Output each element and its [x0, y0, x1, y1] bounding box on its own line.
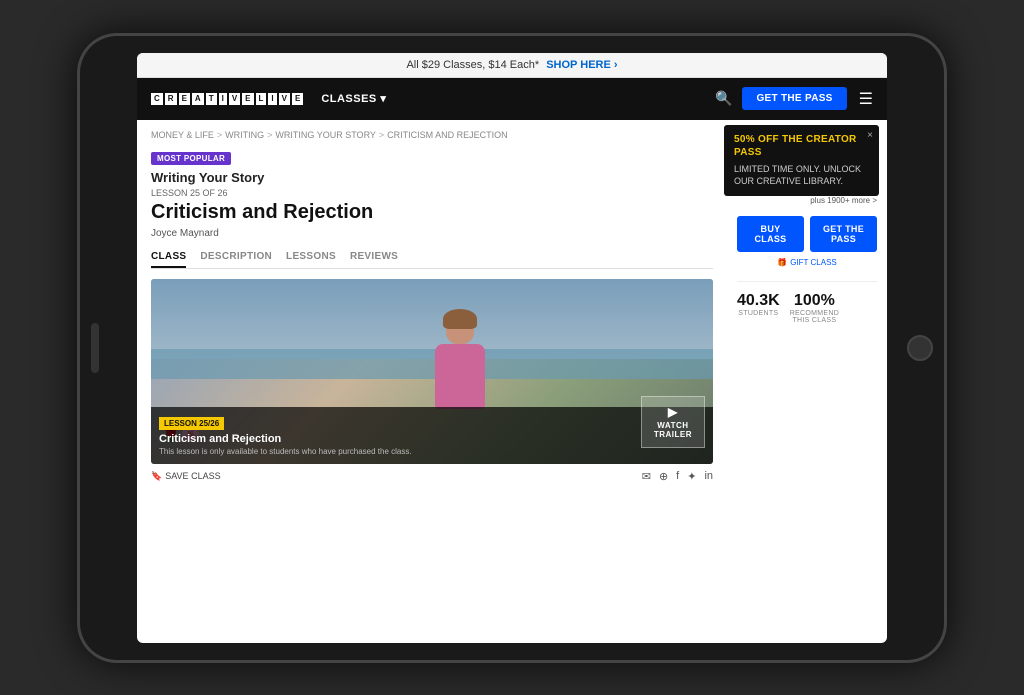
get-pass-nav-button[interactable]: GET THE PASS: [742, 87, 846, 110]
person-head: [446, 314, 474, 344]
person-hair: [443, 309, 477, 329]
left-column: MONEY & LIFE > WRITING > WRITING YOUR ST…: [137, 120, 727, 643]
announcement-bar: All $29 Classes, $14 Each* SHOP HERE ›: [137, 53, 887, 78]
main-content: MONEY & LIFE > WRITING > WRITING YOUR ST…: [137, 120, 887, 643]
linkedin-share-icon[interactable]: in: [704, 470, 713, 483]
logo-e3: E: [292, 93, 303, 105]
announcement-text: All $29 Classes, $14 Each*: [406, 59, 539, 71]
recommend-label: RECOMMENDTHIS CLASS: [790, 310, 839, 324]
save-class-label: SAVE CLASS: [165, 471, 220, 481]
gift-icon: 🎁: [777, 258, 787, 267]
promo-subtitle: LIMITED TIME ONLY. UNLOCK OUR CREATIVE L…: [734, 163, 869, 188]
logo-e2: E: [242, 93, 253, 105]
buy-class-button[interactable]: BUY CLASS: [737, 216, 804, 252]
tab-description[interactable]: DESCRIPTION: [200, 247, 272, 268]
right-column: $89 $149 Sale EndsSoon! starting at $13/…: [727, 120, 887, 643]
facebook-share-icon[interactable]: f: [676, 470, 679, 483]
promo-popup: × 50% OFF THE CREATOR PASS LIMITED TIME …: [724, 125, 879, 196]
lesson-badge-video: LESSON 25/26: [159, 417, 224, 430]
logo-e: E: [179, 93, 190, 105]
classes-nav[interactable]: CLASSES ▾: [321, 92, 386, 105]
save-class-button[interactable]: 🔖 SAVE CLASS: [151, 471, 221, 482]
logo-a: A: [192, 93, 204, 105]
logo-l: L: [256, 93, 267, 105]
logo-r: R: [165, 93, 177, 105]
play-icon: ▶: [668, 405, 678, 419]
navbar: C R E A T I V E L I V E CLASSES ▾ 🔍 GET …: [137, 78, 887, 120]
logo[interactable]: C R E A T I V E L I V E: [151, 93, 303, 105]
breadcrumb-item-3[interactable]: WRITING YOUR STORY: [275, 130, 376, 140]
shop-link[interactable]: SHOP HERE ›: [546, 59, 617, 71]
logo-i2: I: [268, 93, 276, 105]
video-actions: 🔖 SAVE CLASS ✉ ⊕ f ✦ in: [151, 464, 713, 489]
breadcrumb-sep-3: >: [379, 130, 384, 140]
class-heading: Criticism and Rejection: [151, 201, 713, 223]
email-share-icon[interactable]: ✉: [642, 470, 651, 483]
watch-trailer-button[interactable]: ▶ WATCHTRAILER: [641, 396, 705, 448]
breadcrumb-item-4: CRITICISM AND REJECTION: [387, 130, 508, 140]
class-series-title: Writing Your Story: [151, 170, 713, 185]
watch-trailer-label: WATCHTRAILER: [654, 421, 692, 439]
stats-section: 40.3K STUDENTS 100% RECOMMENDTHIS CLASS: [737, 281, 877, 324]
pinterest-share-icon[interactable]: ⊕: [659, 470, 668, 483]
video-container: 🌹🌸 LESSON 25/26 Criticism and Rejection …: [151, 279, 713, 464]
video-overlay: LESSON 25/26 Criticism and Rejection Thi…: [151, 407, 713, 463]
get-pass-button[interactable]: GET THE PASS: [810, 216, 877, 252]
gift-class-label: GIFT CLASS: [790, 258, 837, 267]
promo-close-button[interactable]: ×: [867, 130, 873, 141]
tab-class[interactable]: CLASS: [151, 247, 186, 268]
logo-c: C: [151, 93, 163, 105]
video-lesson-title: Criticism and Rejection: [159, 433, 705, 445]
hamburger-icon[interactable]: ☰: [859, 89, 873, 109]
recommend-value: 100%: [790, 292, 839, 310]
students-label: STUDENTS: [737, 310, 780, 317]
breadcrumb-item-1[interactable]: MONEY & LIFE: [151, 130, 214, 140]
tab-lessons[interactable]: LESSONS: [286, 247, 336, 268]
breadcrumb-item-2[interactable]: WRITING: [225, 130, 264, 140]
gift-class-link[interactable]: 🎁 GIFT CLASS: [737, 258, 877, 267]
popular-badge: MOST POPULAR: [151, 152, 231, 165]
promo-title: 50% OFF THE CREATOR PASS: [734, 133, 869, 159]
tabs-bar: CLASS DESCRIPTION LESSONS REVIEWS: [151, 247, 713, 269]
logo-t: T: [206, 93, 217, 105]
share-icons: ✉ ⊕ f ✦ in: [642, 470, 713, 483]
bookmark-icon: 🔖: [151, 471, 162, 482]
tab-reviews[interactable]: REVIEWS: [350, 247, 398, 268]
students-value: 40.3K: [737, 292, 780, 310]
twitter-share-icon[interactable]: ✦: [687, 470, 696, 483]
search-icon[interactable]: 🔍: [715, 90, 732, 107]
logo-i: I: [219, 93, 227, 105]
video-lesson-sub: This lesson is only available to student…: [159, 447, 705, 457]
logo-v: V: [229, 93, 240, 105]
breadcrumb-sep-2: >: [267, 130, 272, 140]
breadcrumb: MONEY & LIFE > WRITING > WRITING YOUR ST…: [151, 130, 713, 140]
person-body: [435, 344, 485, 409]
stat-recommend: 100% RECOMMENDTHIS CLASS: [790, 292, 839, 324]
stat-students: 40.3K STUDENTS: [737, 292, 780, 324]
action-buttons: BUY CLASS GET THE PASS: [737, 216, 877, 252]
breadcrumb-sep-1: >: [217, 130, 222, 140]
logo-v2: V: [279, 93, 290, 105]
instructor-name: Joyce Maynard: [151, 228, 713, 239]
lesson-label: LESSON 25 OF 26: [151, 188, 713, 198]
